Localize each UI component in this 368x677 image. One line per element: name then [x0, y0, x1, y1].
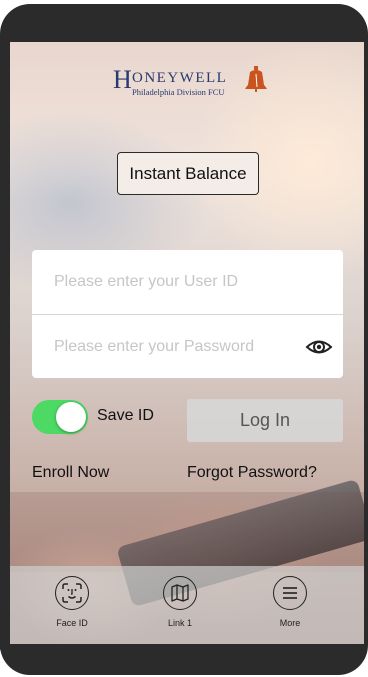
- background-photo-hands: [10, 492, 364, 572]
- tab-face-id-label: Face ID: [56, 618, 88, 628]
- save-id-label: Save ID: [97, 407, 154, 424]
- login-button[interactable]: Log In: [187, 399, 343, 442]
- brand-logo: H ONEYWELL Philadelphia Division FCU: [113, 66, 283, 100]
- password-input[interactable]: [54, 337, 294, 356]
- tab-face-id[interactable]: Face ID: [32, 576, 112, 638]
- save-id-toggle[interactable]: [32, 400, 88, 434]
- eye-icon[interactable]: [305, 335, 333, 359]
- user-id-input[interactable]: [54, 273, 294, 291]
- user-id-row: [32, 250, 343, 314]
- tab-bar: Face ID Link 1 More: [10, 566, 364, 644]
- phone-frame: H ONEYWELL Philadelphia Division FCU Ins…: [0, 4, 368, 675]
- login-form: [32, 250, 343, 378]
- brand-subtitle: Philadelphia Division FCU: [132, 87, 225, 97]
- tab-more-label: More: [279, 618, 301, 628]
- forgot-password-link[interactable]: Forgot Password?: [187, 464, 317, 482]
- password-row: [32, 314, 343, 378]
- face-id-icon: [55, 576, 89, 610]
- brand-initial: H: [113, 65, 132, 94]
- tab-link-1-label: Link 1: [167, 618, 193, 628]
- instant-balance-button[interactable]: Instant Balance: [117, 152, 259, 195]
- map-icon: [163, 576, 197, 610]
- menu-icon: [273, 576, 307, 610]
- enroll-now-link[interactable]: Enroll Now: [32, 464, 109, 482]
- liberty-bell-icon: [245, 66, 267, 92]
- tab-more[interactable]: More: [250, 576, 330, 638]
- tab-link-1[interactable]: Link 1: [140, 576, 220, 638]
- app-screen: H ONEYWELL Philadelphia Division FCU Ins…: [10, 42, 364, 644]
- brand-name: ONEYWELL: [132, 70, 228, 86]
- toggle-knob: [56, 402, 86, 432]
